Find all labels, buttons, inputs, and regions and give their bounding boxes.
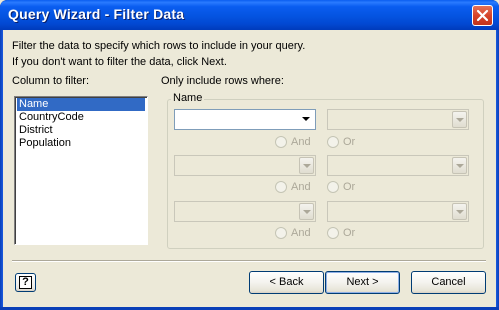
close-button[interactable] — [472, 5, 493, 26]
back-button[interactable]: < Back — [249, 271, 324, 294]
help-button[interactable]: ? — [15, 273, 36, 292]
title-bar[interactable]: Query Wizard - Filter Data — [0, 0, 499, 30]
bottom-divider — [12, 260, 486, 262]
window-title: Query Wizard - Filter Data — [8, 6, 185, 22]
value-combo-1[interactable] — [327, 109, 469, 130]
dropdown-arrow[interactable] — [299, 203, 314, 220]
only-include-rows-label: Only include rows where: — [161, 75, 284, 87]
column-listbox[interactable]: Name CountryCode District Population — [14, 96, 148, 245]
list-item-name[interactable]: Name — [17, 98, 145, 111]
operator-combo-1[interactable] — [174, 109, 316, 130]
and-or-row-2: And Or — [275, 181, 395, 195]
list-item-population[interactable]: Population — [17, 137, 145, 150]
or-radio-2[interactable] — [327, 181, 339, 193]
and-label-2: And — [291, 181, 311, 193]
or-label-2: Or — [343, 181, 356, 193]
and-label-3: And — [291, 227, 311, 239]
help-icon: ? — [19, 276, 32, 289]
chevron-down-icon — [456, 164, 464, 168]
or-radio-1[interactable] — [327, 136, 339, 148]
chevron-down-icon — [303, 164, 311, 168]
close-icon — [476, 9, 489, 22]
or-label-1: Or — [343, 136, 356, 148]
dropdown-arrow[interactable] — [299, 111, 314, 128]
list-item-district[interactable]: District — [17, 124, 145, 137]
and-radio-2[interactable] — [275, 181, 287, 193]
column-to-filter-label: Column to filter: — [12, 75, 90, 87]
instruction-line-2: If you don't want to filter the data, cl… — [12, 56, 227, 68]
and-radio-3[interactable] — [275, 227, 287, 239]
instruction-line-1: Filter the data to specify which rows to… — [12, 40, 306, 52]
dropdown-arrow[interactable] — [299, 157, 314, 174]
operator-combo-2[interactable] — [174, 155, 316, 176]
or-radio-3[interactable] — [327, 227, 339, 239]
value-combo-3[interactable] — [327, 201, 469, 222]
chevron-down-icon — [302, 117, 310, 121]
dropdown-arrow[interactable] — [452, 157, 467, 174]
operator-combo-3[interactable] — [174, 201, 316, 222]
and-radio-1[interactable] — [275, 136, 287, 148]
and-or-row-3: And Or — [275, 227, 395, 241]
chevron-down-icon — [456, 118, 464, 122]
dropdown-arrow[interactable] — [452, 203, 467, 220]
and-or-row-1: And Or — [275, 136, 395, 150]
cancel-button[interactable]: Cancel — [411, 271, 486, 294]
chevron-down-icon — [456, 210, 464, 214]
next-button[interactable]: Next > — [325, 271, 400, 294]
and-label-1: And — [291, 136, 311, 148]
chevron-down-icon — [303, 210, 311, 214]
dropdown-arrow[interactable] — [452, 111, 467, 128]
filter-group-label: Name — [171, 92, 205, 104]
or-label-3: Or — [343, 227, 356, 239]
value-combo-2[interactable] — [327, 155, 469, 176]
list-item-countrycode[interactable]: CountryCode — [17, 111, 145, 124]
